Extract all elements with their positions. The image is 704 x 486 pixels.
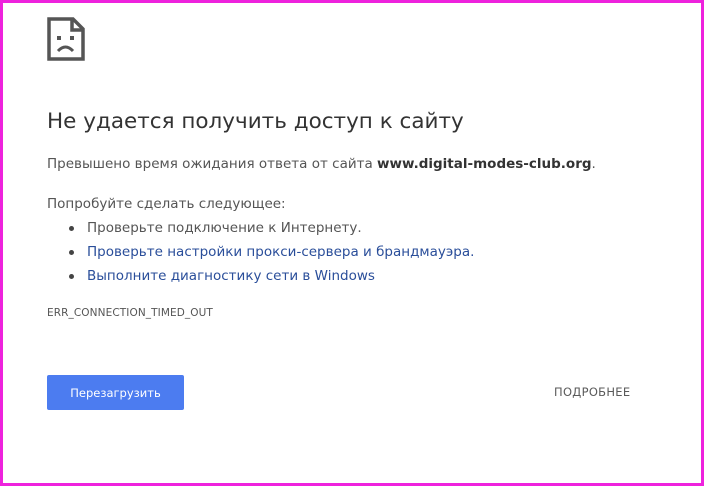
details-button[interactable]: ПОДРОБНЕЕ bbox=[554, 379, 630, 405]
error-summary: Превышено время ожидания ответа от сайта… bbox=[47, 156, 596, 172]
try-label: Попробуйте сделать следующее: bbox=[47, 196, 286, 212]
suggestion-label: Проверьте подключение к Интернету. bbox=[87, 220, 362, 236]
suggestions-list: Проверьте подключение к Интернету. Прове… bbox=[47, 219, 474, 291]
network-diagnostics-link[interactable]: Выполните диагностику сети в Windows bbox=[87, 268, 375, 284]
sad-page-icon bbox=[47, 17, 85, 61]
summary-prefix: Превышено время ожидания ответа от сайта bbox=[47, 156, 378, 172]
error-page: Не удается получить доступ к сайту Превы… bbox=[0, 0, 704, 486]
check-proxy-link[interactable]: Проверьте настройки прокси-сервера и бра… bbox=[87, 244, 474, 260]
site-name: www.digital-modes-club.org bbox=[377, 156, 592, 172]
summary-suffix: . bbox=[591, 156, 596, 172]
reload-button[interactable]: Перезагрузить bbox=[47, 375, 184, 410]
suggestion-network-diagnostics: Выполните диагностику сети в Windows bbox=[47, 267, 474, 291]
page-title: Не удается получить доступ к сайту bbox=[47, 109, 464, 134]
suggestion-check-connection: Проверьте подключение к Интернету. bbox=[47, 219, 474, 243]
error-code: ERR_CONNECTION_TIMED_OUT bbox=[47, 307, 213, 319]
suggestion-check-proxy: Проверьте настройки прокси-сервера и бра… bbox=[47, 243, 474, 267]
